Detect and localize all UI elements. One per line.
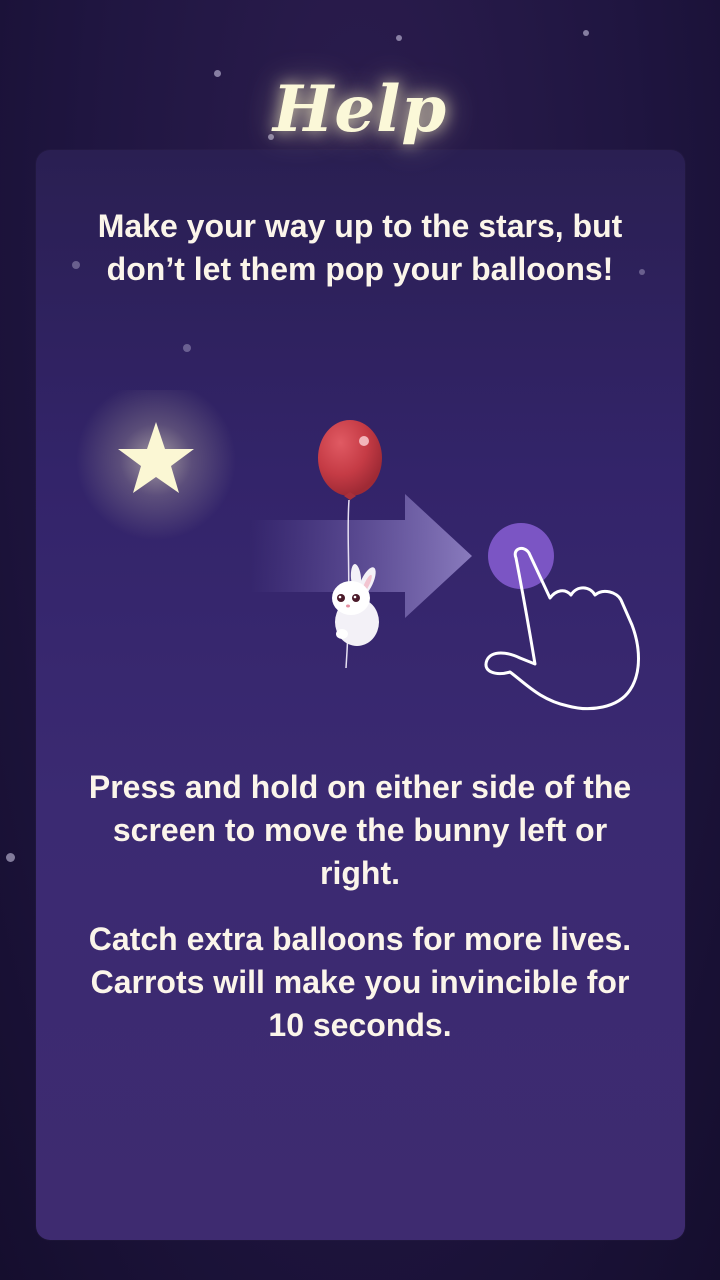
instruction-move-text: Press and hold on either side of the scr…	[88, 769, 632, 891]
star-icon	[76, 390, 236, 540]
background-star	[583, 30, 589, 36]
background-star	[72, 261, 80, 269]
page-title: Help	[272, 72, 448, 147]
hand-pointer-icon	[484, 523, 640, 711]
background-star	[183, 344, 191, 352]
background-star	[6, 853, 15, 862]
instruction-items-text: Catch extra balloons for more lives. Car…	[88, 921, 632, 1043]
intro-text: Make your way up to the stars, but don’t…	[97, 208, 623, 287]
help-illustration	[76, 390, 640, 711]
background-star	[396, 35, 402, 41]
